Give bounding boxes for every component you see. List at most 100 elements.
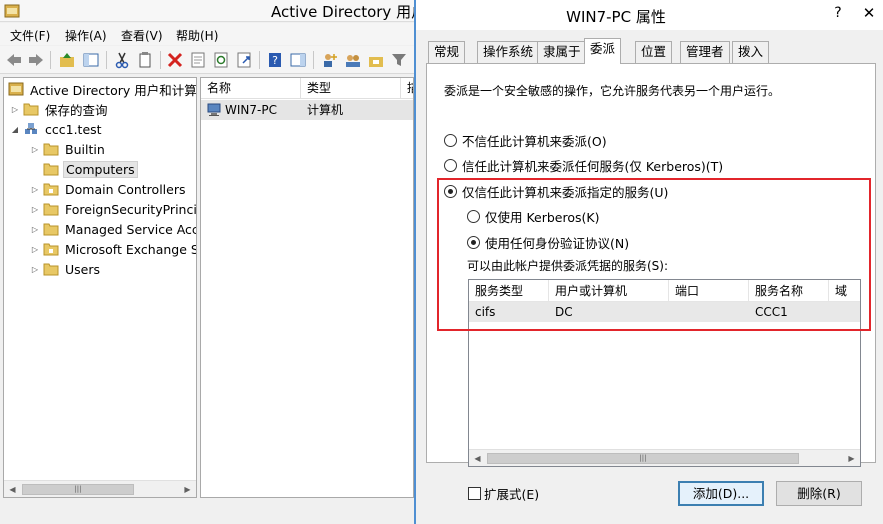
column-header-port[interactable]: 端口 xyxy=(669,280,749,302)
tab-operating-system[interactable]: 操作系统 xyxy=(477,41,540,63)
menu-action[interactable]: 操作(A) xyxy=(65,27,107,44)
radio-trust-any[interactable]: 信任此计算机来委派任何服务(仅 Kerberos)(T) xyxy=(444,156,723,175)
radio-button-selected[interactable] xyxy=(467,236,480,249)
radio-any-protocol[interactable]: 使用任何身份验证协议(N) xyxy=(467,233,629,252)
ou-folder-icon xyxy=(43,183,59,196)
radio-no-trust[interactable]: 不信任此计算机来委派(O) xyxy=(444,131,607,150)
aduc-window-title: Active Directory 用户 xyxy=(271,3,427,21)
up-folder-icon[interactable] xyxy=(58,51,76,69)
expanded-checkbox-row[interactable]: 扩展式(E) xyxy=(468,484,539,503)
column-header-domain[interactable]: 域 xyxy=(829,280,860,302)
radio-kerberos-only-label: 仅使用 Kerberos(K) xyxy=(485,210,600,225)
radio-button[interactable] xyxy=(444,134,457,147)
action-pane-icon[interactable] xyxy=(289,51,307,69)
radio-kerberos-only[interactable]: 仅使用 Kerberos(K) xyxy=(467,207,599,226)
aduc-titlebar: Active Directory 用户 xyxy=(0,0,426,22)
tree-horizontal-scrollbar[interactable]: ◀ ||| ▶ xyxy=(4,480,196,497)
tree-label-root: Active Directory 用户和计算机 xyxy=(30,82,197,98)
new-ou-icon[interactable] xyxy=(367,51,385,69)
aduc-window: Active Directory 用户 文件(F) 操作(A) 查看(V) 帮助… xyxy=(0,0,426,524)
tree-item-root[interactable]: Active Directory 用户和计算机 xyxy=(8,79,197,99)
scroll-right-arrow-icon[interactable]: ▶ xyxy=(179,481,196,497)
list-row[interactable]: WIN7-PC 计算机 xyxy=(201,100,413,120)
menu-view[interactable]: 查看(V) xyxy=(121,27,163,44)
radio-button-selected[interactable] xyxy=(444,185,457,198)
expand-arrow-icon[interactable]: ▷ xyxy=(30,205,40,214)
tree-label-users: Users xyxy=(65,261,101,277)
menu-help[interactable]: 帮助(H) xyxy=(176,27,218,44)
copy-icon[interactable] xyxy=(136,51,154,69)
add-button[interactable]: 添加(D)... xyxy=(678,481,764,506)
forward-arrow-icon[interactable] xyxy=(27,51,45,69)
properties-icon[interactable] xyxy=(189,51,207,69)
help-icon[interactable]: ? xyxy=(266,51,284,69)
tree-item-saved-queries[interactable]: ▷ 保存的查询 xyxy=(10,99,110,119)
delegated-services-list[interactable]: 服务类型 用户或计算机 端口 服务名称 域 cifs DC CCC1 ◀ |||… xyxy=(468,279,861,467)
radio-button[interactable] xyxy=(444,159,457,172)
tree-item-computers[interactable]: Computers xyxy=(30,159,138,179)
tree-item-managed-service-accounts[interactable]: ▷ Managed Service Accounts xyxy=(30,219,196,239)
tree-item-domain-controllers[interactable]: ▷ Domain Controllers xyxy=(30,179,187,199)
column-header-user-or-computer[interactable]: 用户或计算机 xyxy=(549,280,669,302)
expand-arrow-icon[interactable]: ▷ xyxy=(30,185,40,194)
tree-item-domain[interactable]: ◢ ccc1.test xyxy=(10,119,104,139)
scroll-left-arrow-icon[interactable]: ◀ xyxy=(4,481,21,497)
close-button[interactable]: ✕ xyxy=(854,2,883,24)
scrollbar-thumb[interactable]: ||| xyxy=(22,484,134,495)
remove-button[interactable]: 删除(R) xyxy=(776,481,862,506)
delegation-description: 委派是一个安全敏感的操作，它允许服务代表另一个用户运行。 xyxy=(444,84,781,98)
tab-managed-by[interactable]: 管理者 xyxy=(680,41,730,63)
expand-arrow-icon[interactable]: ▷ xyxy=(30,225,40,234)
column-header-service-name[interactable]: 服务名称 xyxy=(749,280,829,302)
tree-label-domain: ccc1.test xyxy=(45,121,102,137)
properties-dialog: WIN7-PC 属性 ? ✕ 常规 操作系统 隶属于 委派 位置 管理者 拨入 … xyxy=(414,0,883,524)
column-header-service-type[interactable]: 服务类型 xyxy=(469,280,549,302)
cut-icon[interactable] xyxy=(113,51,131,69)
show-console-tree-icon[interactable] xyxy=(82,51,100,69)
folder-icon xyxy=(43,143,59,156)
refresh-icon[interactable] xyxy=(212,51,230,69)
tree-item-builtin[interactable]: ▷ Builtin xyxy=(30,139,107,159)
scroll-right-arrow-icon[interactable]: ▶ xyxy=(843,450,860,466)
service-row[interactable]: cifs DC CCC1 xyxy=(469,302,860,322)
expanded-checkbox[interactable] xyxy=(468,487,481,500)
expand-arrow-icon[interactable]: ▷ xyxy=(10,105,20,114)
radio-trust-any-label: 信任此计算机来委派任何服务(仅 Kerberos)(T) xyxy=(462,159,724,174)
delete-icon[interactable] xyxy=(166,51,184,69)
tree-item-users[interactable]: ▷ Users xyxy=(30,259,102,279)
tree-item-foreign-security-principals[interactable]: ▷ ForeignSecurityPrincipals xyxy=(30,199,196,219)
tab-member-of[interactable]: 隶属于 xyxy=(537,41,587,63)
tab-location[interactable]: 位置 xyxy=(635,41,673,63)
scroll-left-arrow-icon[interactable]: ◀ xyxy=(469,450,486,466)
tab-general[interactable]: 常规 xyxy=(428,41,466,63)
new-group-icon[interactable] xyxy=(344,51,362,69)
expand-arrow-icon[interactable]: ▷ xyxy=(30,145,40,154)
collapse-arrow-icon[interactable]: ◢ xyxy=(10,125,20,134)
tab-delegation[interactable]: 委派 xyxy=(584,38,622,64)
menu-file[interactable]: 文件(F) xyxy=(10,27,50,44)
aduc-app-icon xyxy=(4,4,20,18)
service-cell-service-name: CCC1 xyxy=(755,305,788,319)
filter-icon[interactable] xyxy=(390,51,408,69)
column-header-type[interactable]: 类型 xyxy=(301,78,401,99)
folder-icon xyxy=(43,263,59,276)
scrollbar-thumb[interactable]: ||| xyxy=(487,453,799,464)
tab-dial-in[interactable]: 拨入 xyxy=(732,41,770,63)
expand-arrow-icon[interactable]: ▷ xyxy=(30,245,40,254)
menubar: 文件(F) 操作(A) 查看(V) 帮助(H) xyxy=(0,23,420,45)
folder-icon xyxy=(43,203,59,216)
help-button[interactable]: ? xyxy=(826,2,850,24)
tree-item-microsoft-exchange-security-groups[interactable]: ▷ Microsoft Exchange Security Groups xyxy=(30,239,196,259)
service-cell-user-or-computer: DC xyxy=(555,305,573,319)
tree-label-managed-service-accounts: Managed Service Accounts xyxy=(65,221,196,237)
column-header-name[interactable]: 名称 xyxy=(201,78,301,99)
new-user-icon[interactable] xyxy=(320,51,338,69)
export-list-icon[interactable] xyxy=(235,51,253,69)
expand-arrow-icon[interactable]: ▷ xyxy=(30,265,40,274)
radio-trust-specified[interactable]: 仅信任此计算机来委派指定的服务(U) xyxy=(444,182,668,201)
services-horizontal-scrollbar[interactable]: ◀ ||| ▶ xyxy=(469,449,860,466)
back-arrow-icon[interactable] xyxy=(5,51,23,69)
column-header-description[interactable]: 描 xyxy=(401,78,413,99)
radio-button[interactable] xyxy=(467,210,480,223)
domain-icon xyxy=(25,123,37,134)
